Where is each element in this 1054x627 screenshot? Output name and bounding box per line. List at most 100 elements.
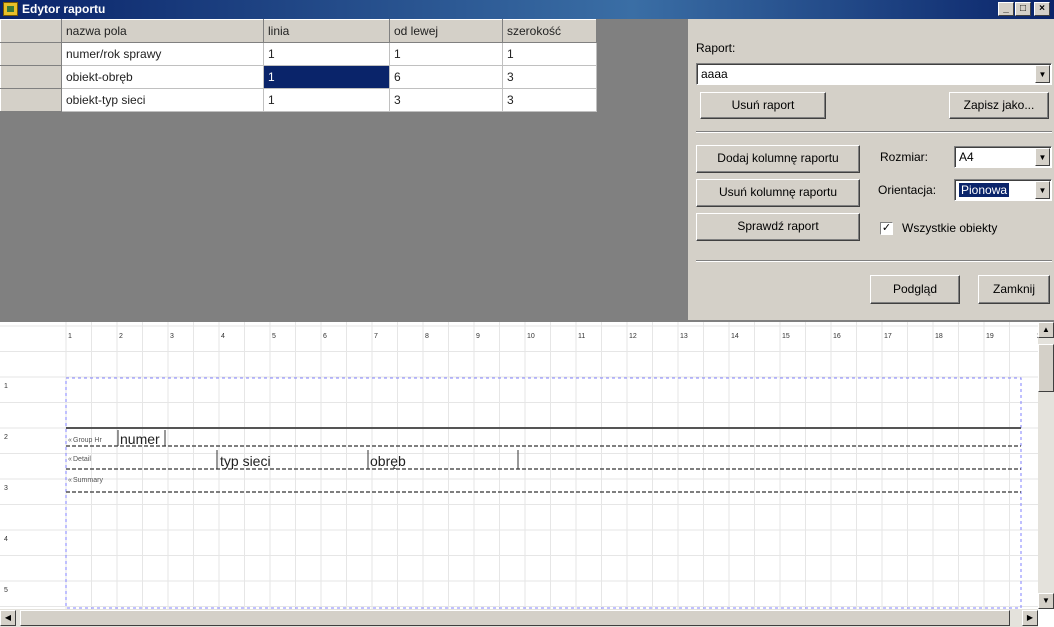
raport-value: aaaa	[701, 67, 728, 81]
orientacja-label: Orientacja:	[878, 183, 937, 197]
table-row[interactable]: obiekt-obręb 1 6 3	[0, 65, 597, 89]
ruler-tick-label: 8	[425, 333, 429, 340]
fields-grid: nazwa pola linia od lewej szerokość nume…	[0, 19, 688, 320]
cell-od-lewej[interactable]: 3	[389, 88, 503, 112]
cell-nazwa[interactable]: obiekt-obręb	[61, 65, 264, 89]
ruler-tick-label: 11	[578, 333, 585, 340]
cell-szerokosc[interactable]: 1	[502, 42, 597, 66]
chevron-down-icon[interactable]: ▼	[1035, 65, 1050, 83]
dodaj-kolumne-button[interactable]: Dodaj kolumnę raportu	[696, 145, 860, 173]
wszystkie-obiekty-label: Wszystkie obiekty	[902, 221, 998, 235]
field-typ-sieci[interactable]: typ sieci	[220, 453, 271, 469]
usun-raport-button[interactable]: Usuń raport	[700, 92, 826, 119]
scroll-right-icon[interactable]: ▶	[1022, 610, 1038, 626]
field-numer[interactable]: numer	[120, 431, 160, 447]
divider	[696, 260, 1052, 262]
cell-nazwa[interactable]: obiekt-typ sieci	[61, 88, 264, 112]
ruler-tick-label: 3	[4, 485, 8, 492]
horizontal-scrollbar[interactable]: ◀ ▶	[0, 609, 1038, 627]
ruler-tick-label: 18	[935, 333, 943, 340]
row-header[interactable]	[0, 88, 62, 112]
ruler-tick-label: 6	[323, 333, 327, 340]
podglad-button[interactable]: Podgląd	[870, 275, 960, 304]
close-button[interactable]: ×	[1034, 2, 1050, 16]
scroll-thumb-horizontal[interactable]	[20, 610, 1010, 626]
cell-szerokosc[interactable]: 3	[502, 88, 597, 112]
column-header-linia[interactable]: linia	[263, 19, 390, 43]
ruler-tick-label: 4	[221, 333, 225, 340]
orientacja-select[interactable]: Pionowa ▼	[954, 179, 1052, 201]
ruler-tick-label: 1	[4, 383, 8, 390]
cell-linia[interactable]: 1	[263, 42, 390, 66]
chevron-down-icon[interactable]: ▼	[1035, 181, 1050, 199]
ruler-tick-label: 12	[629, 333, 637, 340]
table-header-row: nazwa pola linia od lewej szerokość	[0, 19, 597, 43]
band-label-detail-mark: «	[68, 456, 72, 463]
cell-szerokosc[interactable]: 3	[502, 65, 597, 89]
ruler-tick-label: 1	[68, 333, 72, 340]
sprawdz-raport-button[interactable]: Sprawdź raport	[696, 213, 860, 241]
band-label-summary: Summary	[73, 477, 103, 484]
wszystkie-obiekty-checkbox[interactable]: ✓	[880, 222, 893, 235]
table-row[interactable]: numer/rok sprawy 1 1 1	[0, 42, 597, 66]
row-header[interactable]	[0, 65, 62, 89]
rozmiar-value: A4	[959, 150, 974, 164]
scroll-thumb[interactable]	[1038, 344, 1054, 392]
ruler-tick-label: 5	[272, 333, 276, 340]
rozmiar-label: Rozmiar:	[880, 150, 929, 164]
report-panel: Raport: aaaa ▼ Usuń raport Zapisz jako..…	[688, 19, 1054, 320]
raport-label: Raport:	[696, 41, 736, 55]
ruler-tick-label: 3	[170, 333, 174, 340]
zapisz-jako-button[interactable]: Zapisz jako...	[949, 92, 1049, 119]
rozmiar-select[interactable]: A4 ▼	[954, 146, 1052, 168]
vertical-scrollbar[interactable]: ▲ ▼	[1038, 322, 1054, 609]
scroll-down-icon[interactable]: ▼	[1038, 593, 1054, 609]
ruler-tick-label: 7	[374, 333, 378, 340]
ruler-tick-label: 10	[527, 333, 535, 340]
cell-nazwa[interactable]: numer/rok sprawy	[61, 42, 264, 66]
design-canvas: 1234567891011121314151617181920 12345 « …	[0, 322, 1038, 609]
ruler-tick-label: 5	[4, 587, 8, 594]
ruler-tick-label: 4	[4, 536, 8, 543]
zamknij-button[interactable]: Zamknij	[978, 275, 1050, 304]
cell-linia[interactable]: 1	[263, 88, 390, 112]
maximize-button[interactable]: □	[1015, 2, 1031, 16]
column-header-od-lewej[interactable]: od lewej	[389, 19, 503, 43]
ruler-tick-label: 16	[833, 333, 841, 340]
band-label-group: «	[68, 437, 72, 444]
row-header[interactable]	[0, 42, 62, 66]
band-label-group-text: Group Hr	[73, 437, 102, 444]
title-bar: Edytor raportu _ □ ×	[0, 0, 1054, 19]
scroll-up-icon[interactable]: ▲	[1038, 322, 1054, 338]
ruler-tick-label: 14	[731, 333, 739, 340]
chevron-down-icon[interactable]: ▼	[1035, 148, 1050, 166]
page-margin	[65, 377, 1022, 609]
ruler-tick-label: 15	[782, 333, 790, 340]
minimize-button[interactable]: _	[998, 2, 1014, 16]
window-title: Edytor raportu	[22, 2, 106, 16]
fields-table: nazwa pola linia od lewej szerokość nume…	[0, 19, 597, 112]
scroll-left-icon[interactable]: ◀	[0, 610, 16, 626]
report-designer[interactable]: 1234567891011121314151617181920 12345 « …	[0, 320, 1054, 627]
table-row[interactable]: obiekt-typ sieci 1 3 3	[0, 88, 597, 112]
field-obreb[interactable]: obręb	[370, 453, 406, 469]
cell-od-lewej[interactable]: 1	[389, 42, 503, 66]
orientacja-value: Pionowa	[959, 183, 1010, 197]
ruler-tick-label: 9	[476, 333, 480, 340]
corner-cell	[0, 19, 62, 43]
ruler-tick-label: 2	[119, 333, 123, 340]
ruler-tick-label: 19	[986, 333, 994, 340]
band-label-summary-mark: «	[68, 477, 72, 484]
ruler-tick-label: 13	[680, 333, 688, 340]
column-header-nazwa[interactable]: nazwa pola	[61, 19, 264, 43]
divider	[696, 131, 1052, 133]
usun-kolumne-button[interactable]: Usuń kolumnę raportu	[696, 179, 860, 207]
app-icon	[3, 2, 18, 16]
column-header-szerokosc[interactable]: szerokość	[502, 19, 597, 43]
ruler-tick-label: 17	[884, 333, 892, 340]
cell-od-lewej[interactable]: 6	[389, 65, 503, 89]
ruler-tick-label: 2	[4, 434, 8, 441]
cell-linia-selected[interactable]: 1	[263, 65, 390, 89]
raport-select[interactable]: aaaa ▼	[696, 63, 1052, 85]
band-label-detail: Detail	[73, 456, 91, 463]
